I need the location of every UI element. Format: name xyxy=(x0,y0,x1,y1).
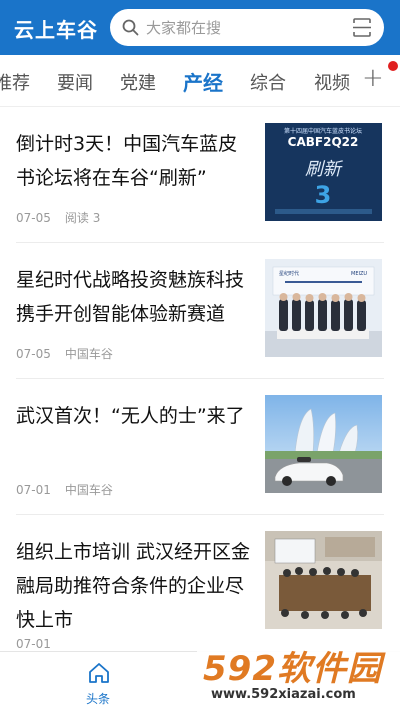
news-meta: 07-05 阅读 3 xyxy=(16,209,100,226)
news-title: 倒计时3天！中国汽车蓝皮书论坛将在车谷“刷新” xyxy=(16,133,238,189)
watermark-logo-text: 592软件园 xyxy=(203,649,382,689)
news-date: 07-05 xyxy=(16,211,51,225)
news-item[interactable]: 组织上市培训 武汉经开区金融局助推符合条件的企业尽快上市 07-01 xyxy=(0,515,400,651)
tab-video[interactable]: 视频 xyxy=(314,69,350,95)
news-source: 中国车谷 xyxy=(64,347,113,361)
search-box[interactable] xyxy=(110,9,384,46)
news-source: 阅读 3 xyxy=(64,211,101,225)
notification-dot xyxy=(388,61,398,71)
news-thumbnail: 星纪时代 MEIZU xyxy=(265,259,382,357)
news-date: 07-01 xyxy=(16,637,51,651)
nav-home-label[interactable]: 头条 xyxy=(86,690,110,707)
news-title: 组织上市培训 武汉经开区金融局助推符合条件的企业尽快上市 xyxy=(16,541,251,631)
news-meta: 07-05 中国车谷 xyxy=(16,345,113,362)
app-title: 云上车谷 xyxy=(14,18,98,42)
search-icon xyxy=(122,19,139,36)
tab-party[interactable]: 党建 xyxy=(120,69,156,95)
thumb-accent-text: 刷新 xyxy=(305,159,344,180)
thumb-number: 3 xyxy=(315,181,332,209)
top-bar: 云上车谷 xyxy=(0,0,400,55)
news-date: 07-05 xyxy=(16,347,51,361)
news-meta: 07-01 xyxy=(16,637,51,651)
thumb-brand-left: 星纪时代 xyxy=(279,270,299,277)
tab-recommend[interactable]: 推荐 xyxy=(0,69,30,95)
add-channel-icon[interactable]: + xyxy=(362,63,384,93)
watermark: 592软件园 www.592xiazai.com xyxy=(197,637,400,711)
tab-headlines[interactable]: 要闻 xyxy=(57,69,93,95)
news-thumbnail xyxy=(265,531,382,629)
news-item[interactable]: 武汉首次！“无人的士”来了 07-01 中国车谷 xyxy=(0,379,400,515)
news-item[interactable]: 星纪时代战略投资魅族科技 携手开创智能体验新赛道 07-05 中国车谷 星纪时代 … xyxy=(0,243,400,379)
news-title: 星纪时代战略投资魅族科技 携手开创智能体验新赛道 xyxy=(16,269,245,325)
tab-industry[interactable]: 产经 xyxy=(183,67,223,96)
news-source: 中国车谷 xyxy=(64,483,113,497)
scan-icon[interactable] xyxy=(352,17,372,38)
thumb-top-text: 第十四届中国汽车蓝皮书论坛 xyxy=(284,127,362,135)
category-tabs: 推荐 要闻 党建 产经 综合 视频 + xyxy=(0,55,400,107)
thumb-main-text: CABF2Q22 xyxy=(288,135,359,149)
news-date: 07-01 xyxy=(16,483,51,497)
tab-general[interactable]: 综合 xyxy=(250,69,286,95)
news-thumbnail: 第十四届中国汽车蓝皮书论坛 CABF2Q22 刷新 3 xyxy=(265,123,382,221)
watermark-url: www.592xiazai.com xyxy=(211,687,356,702)
thumb-brand-right: MEIZU xyxy=(351,271,367,277)
news-meta: 07-01 中国车谷 xyxy=(16,481,113,498)
home-icon[interactable] xyxy=(87,661,111,685)
news-title: 武汉首次！“无人的士”来了 xyxy=(16,405,245,427)
search-input[interactable] xyxy=(146,9,336,46)
news-thumbnail xyxy=(265,395,382,493)
news-item[interactable]: 倒计时3天！中国汽车蓝皮书论坛将在车谷“刷新” 07-05 阅读 3 第十四届中国… xyxy=(0,107,400,243)
